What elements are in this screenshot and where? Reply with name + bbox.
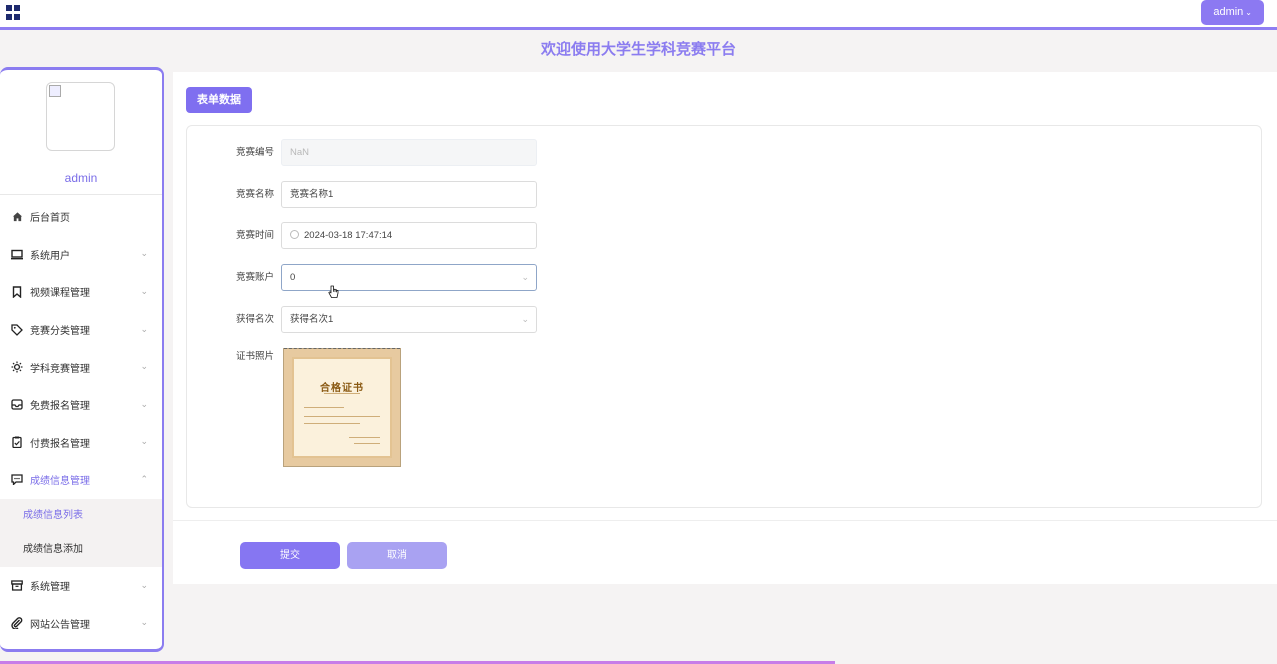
sidebar-item-label: 系统管理 (30, 582, 70, 594)
paperclip-icon (11, 617, 23, 630)
site-title: 欢迎使用大学生学科竞赛平台 (540, 41, 736, 58)
sidebar-item-home[interactable]: 后台首页 (0, 198, 162, 236)
chevron-up-icon: ⌃ (140, 473, 148, 484)
sidebar-item-score-info[interactable]: 成绩信息管理 ⌃ (0, 461, 162, 499)
sidebar-item-label: 学科竞赛管理 (30, 363, 90, 375)
rank-select[interactable]: 获得名次1 ⌄ (281, 306, 537, 333)
field-row-time: 竞赛时间 2024-03-18 17:47:14 (187, 222, 587, 249)
sidebar-item-label: 竞赛分类管理 (30, 326, 90, 338)
user-menu-button[interactable]: admin ⌄ (1201, 0, 1264, 25)
divider (304, 416, 380, 417)
sidebar-item-label: 网站公告管理 (30, 619, 90, 631)
monitor-icon (11, 248, 23, 260)
avatar (46, 82, 115, 151)
form-section-tag: 表单数据 (186, 87, 252, 113)
clock-icon (290, 230, 299, 239)
certificate-title: 合格证书 (320, 383, 364, 394)
sidebar-item-label: 免费报名管理 (30, 401, 90, 413)
rank-value: 获得名次1 (290, 314, 334, 325)
main-panel: 表单数据 竞赛编号 NaN 竞赛名称 竞赛名称1 竞赛时间 2024-03-18… (173, 72, 1277, 584)
broken-image-icon (49, 85, 61, 97)
archive-icon (11, 580, 23, 592)
field-label: 证书照片 (235, 351, 274, 362)
chevron-down-icon: ⌄ (140, 579, 148, 590)
competition-account-value: 0 (290, 272, 296, 283)
message-icon (11, 474, 23, 486)
grid-menu-icon[interactable] (6, 5, 22, 21)
field-label: 竞赛时间 (235, 230, 274, 241)
competition-time-picker[interactable]: 2024-03-18 17:47:14 (281, 222, 537, 249)
field-row-name: 竞赛名称 竞赛名称1 (187, 181, 587, 208)
chevron-down-icon: ⌄ (140, 248, 148, 259)
field-row-id: 竞赛编号 NaN (187, 139, 587, 166)
chevron-down-icon: ⌄ (140, 361, 148, 372)
certificate-image: 合格证书 (292, 357, 392, 458)
sidebar-item-label: 成绩信息管理 (30, 476, 90, 488)
competition-id-input: NaN (281, 139, 537, 166)
cancel-button[interactable]: 取消 (347, 542, 447, 569)
chevron-down-icon: ⌄ (140, 617, 148, 628)
form-box: 竞赛编号 NaN 竞赛名称 竞赛名称1 竞赛时间 2024-03-18 17:4… (186, 125, 1262, 508)
field-label: 竞赛名称 (235, 189, 274, 200)
chevron-down-icon: ⌄ (140, 436, 148, 447)
sidebar-item-system-users[interactable]: 系统用户 ⌄ (0, 236, 162, 274)
sidebar-username: admin (64, 171, 98, 185)
competition-account-select[interactable]: 0 ⌄ (281, 264, 537, 291)
divider (0, 194, 162, 195)
sidebar-item-label: 视频课程管理 (30, 288, 90, 300)
sidebar: admin 后台首页 系统用户 ⌄ 视频课程管理 ⌄ 竞赛分类管理 ⌄ 学科竞赛… (0, 67, 164, 652)
sidebar-item-site-announcements[interactable]: 网站公告管理 ⌄ (0, 604, 162, 642)
sun-icon (11, 361, 23, 373)
field-label: 竞赛账户 (235, 272, 274, 283)
sidebar-item-competition-management[interactable]: 学科竞赛管理 ⌄ (0, 348, 162, 386)
divider (304, 423, 360, 424)
tag-icon (11, 323, 23, 336)
divider (324, 393, 360, 394)
sidebar-item-paid-registration[interactable]: 付费报名管理 ⌄ (0, 424, 162, 462)
inbox-icon (11, 399, 23, 411)
certificate-photo[interactable]: 合格证书 (283, 348, 401, 467)
sidebar-item-label: 系统用户 (30, 250, 70, 262)
sidebar-subitem-score-list[interactable]: 成绩信息列表 (0, 499, 162, 533)
sidebar-subitem-score-add[interactable]: 成绩信息添加 (0, 533, 162, 567)
chevron-down-icon: ⌄ (140, 285, 148, 296)
sidebar-item-video-courses[interactable]: 视频课程管理 ⌄ (0, 273, 162, 311)
chevron-down-icon: ⌄ (521, 314, 529, 324)
clipboard-icon (11, 436, 23, 449)
competition-time-value: 2024-03-18 17:47:14 (304, 230, 393, 241)
field-row-rank: 获得名次 获得名次1 ⌄ (187, 306, 587, 333)
chevron-down-icon: ⌄ (521, 272, 529, 282)
sidebar-item-label: 后台首页 (30, 213, 70, 225)
chevron-down-icon: ⌄ (1245, 8, 1252, 17)
sidebar-menu: 后台首页 系统用户 ⌄ 视频课程管理 ⌄ 竞赛分类管理 ⌄ 学科竞赛管理 ⌄ 免… (0, 198, 162, 642)
field-row-account: 竞赛账户 0 ⌄ (187, 264, 587, 291)
divider (173, 520, 1277, 521)
home-icon (11, 211, 23, 223)
divider (354, 443, 380, 444)
chevron-down-icon: ⌄ (140, 398, 148, 409)
user-menu-label: admin (1213, 6, 1244, 18)
sidebar-item-label: 付费报名管理 (30, 438, 90, 450)
competition-name-input[interactable]: 竞赛名称1 (281, 181, 537, 208)
sidebar-item-competition-category[interactable]: 竞赛分类管理 ⌄ (0, 311, 162, 349)
field-label: 竞赛编号 (235, 147, 274, 158)
divider (304, 407, 344, 408)
submenu-score-info: 成绩信息列表 成绩信息添加 (0, 498, 162, 567)
bookmark-icon (11, 286, 23, 298)
divider (284, 348, 400, 349)
sidebar-item-free-registration[interactable]: 免费报名管理 ⌄ (0, 386, 162, 424)
divider (349, 437, 380, 438)
sidebar-item-system-management[interactable]: 系统管理 ⌄ (0, 567, 162, 605)
hand-cursor-icon (328, 285, 339, 299)
field-label: 获得名次 (235, 314, 274, 325)
top-bar: admin ⌄ (0, 0, 1277, 30)
chevron-down-icon: ⌄ (140, 323, 148, 334)
submit-button[interactable]: 提交 (240, 542, 340, 569)
